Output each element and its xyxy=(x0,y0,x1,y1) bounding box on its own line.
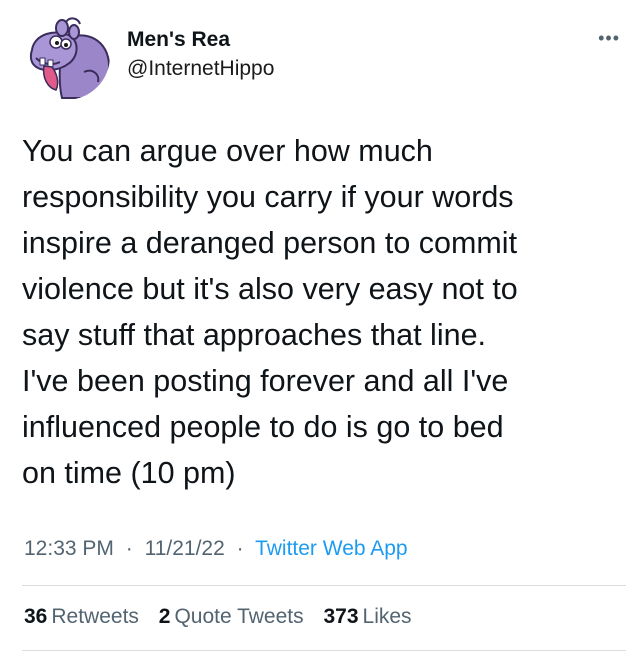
quote-tweets-count: 2 xyxy=(158,605,171,628)
tweet-date[interactable]: 11/21/22 xyxy=(145,537,225,560)
author-display-name[interactable]: Men's Rea xyxy=(127,28,230,52)
tweet-header: Men's Rea @InternetHippo ••• xyxy=(22,12,622,100)
likes-label: Likes xyxy=(362,605,412,628)
purple-hippo-avatar-icon xyxy=(22,12,110,100)
tweet-stats: 36 Retweets 2 Quote Tweets 373 Likes xyxy=(24,605,426,629)
meta-separator: · xyxy=(125,537,133,560)
divider xyxy=(22,650,626,651)
retweets-count: 36 xyxy=(24,605,48,628)
tweet-text: You can argue over how much responsibili… xyxy=(22,134,518,490)
avatar[interactable] xyxy=(22,12,110,100)
divider xyxy=(22,585,626,586)
retweets-label: Retweets xyxy=(51,605,139,628)
tweet-time[interactable]: 12:33 PM xyxy=(24,537,114,560)
quote-tweets-stat[interactable]: 2 Quote Tweets xyxy=(159,605,304,628)
likes-count: 373 xyxy=(323,605,359,628)
retweets-stat[interactable]: 36 Retweets xyxy=(24,605,139,628)
tweet-source-link[interactable]: Twitter Web App xyxy=(255,537,408,560)
more-options-icon[interactable]: ••• xyxy=(598,28,620,49)
tweet-meta: 12:33 PM · 11/21/22 · Twitter Web App xyxy=(24,537,408,561)
likes-stat[interactable]: 373 Likes xyxy=(323,605,411,628)
quote-tweets-label: Quote Tweets xyxy=(174,605,304,628)
meta-separator: · xyxy=(236,537,244,560)
author-handle[interactable]: @InternetHippo xyxy=(127,57,274,81)
